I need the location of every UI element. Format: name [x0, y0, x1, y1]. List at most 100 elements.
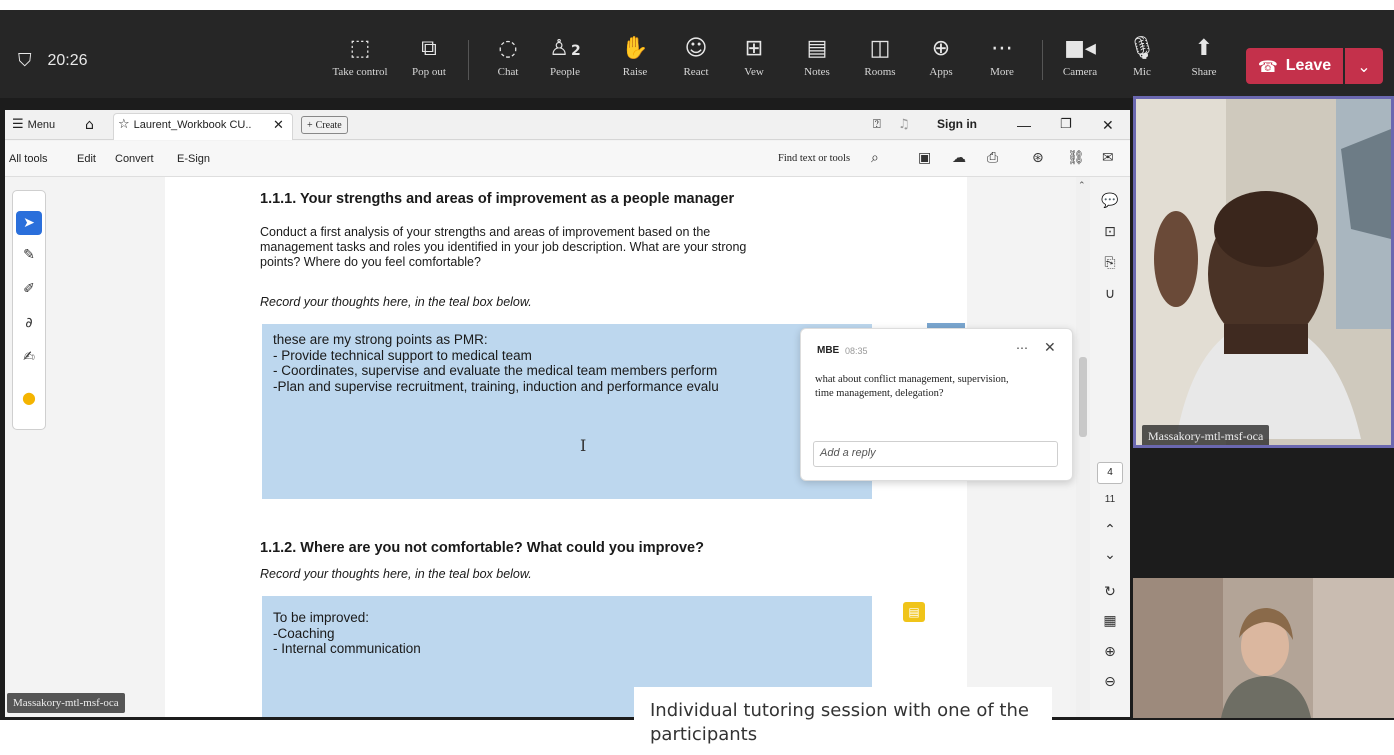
view-button[interactable]: ⊞ Vew	[725, 32, 783, 92]
signature-icon[interactable]: ✍	[16, 345, 42, 369]
scroll-up-icon[interactable]: ⌃	[1078, 181, 1086, 191]
raise-hand-button[interactable]: ✋ Raise	[606, 32, 664, 92]
comment-close-button[interactable]: ✕	[1044, 339, 1056, 356]
notifications-button[interactable]: ♫	[898, 117, 910, 132]
comment-note-icon[interactable]: ▤	[903, 602, 925, 622]
participant-name-tag: Massakory-mtl-msf-oca	[1142, 425, 1270, 445]
previous-page-icon[interactable]: ⌃	[1098, 522, 1122, 544]
link-icon[interactable]: ⛓	[1067, 150, 1085, 166]
minimize-icon: —	[1017, 117, 1031, 133]
save-icon[interactable]: ▣	[918, 150, 931, 166]
shield-icon: ⛉	[18, 50, 32, 71]
chevron-down-icon: ⌄	[1357, 56, 1371, 76]
apps-icon: ⊕	[931, 36, 951, 61]
mic-button[interactable]: 🎙 Mic	[1113, 32, 1171, 92]
pen-icon[interactable]: ✐	[16, 277, 42, 301]
attachments-icon[interactable]: ∪	[1098, 286, 1122, 308]
print-icon[interactable]: ⎙	[987, 150, 998, 166]
vertical-scrollbar[interactable]: ⌃	[1076, 177, 1090, 717]
maximize-button[interactable]: ❐	[1060, 117, 1072, 132]
close-icon: ✕	[1102, 117, 1114, 133]
comment-author: MBE	[817, 345, 840, 356]
mic-icon: 🎙	[1128, 36, 1156, 61]
people-button[interactable]: ♙ 2 People	[536, 32, 594, 92]
apps-button[interactable]: ⊕ Apps	[912, 32, 970, 92]
section-heading-1-1-1: 1.1.1. Your strengths and areas of impro…	[260, 191, 735, 207]
section-heading-1-1-2: 1.1.2. Where are you not comfortable? Wh…	[260, 540, 704, 556]
camera-button[interactable]: ■◂ Camera	[1051, 32, 1109, 92]
leave-options-button[interactable]: ⌄	[1345, 48, 1383, 84]
comments-panel-icon[interactable]: 💬	[1098, 193, 1122, 215]
pages-icon[interactable]: ⎘	[1098, 255, 1122, 277]
people-icon: ♙	[549, 36, 569, 61]
right-tool-rail: 💬 ⊡ ⎘ ∪ 4 11 ⌃ ⌄ ↻ ▦ ⊕ ⊖	[1090, 177, 1130, 717]
more-icon: ⋯	[991, 36, 1013, 61]
next-page-icon[interactable]: ⌄	[1098, 547, 1122, 569]
color-picker-icon[interactable]: ●	[16, 386, 42, 410]
strengths-text-box[interactable]: these are my strong points as PMR: - Pro…	[262, 324, 872, 499]
tool-e-sign[interactable]: E-Sign	[177, 153, 210, 165]
chat-button[interactable]: ◌ Chat	[479, 32, 537, 92]
tool-convert[interactable]: Convert	[115, 153, 154, 165]
select-tool-icon[interactable]: ➤	[16, 211, 42, 235]
view-icon: ⊞	[744, 36, 764, 61]
instructions-paragraph: Conduct a first analysis of your strengt…	[260, 225, 747, 269]
menu-button[interactable]: ☰ Menu	[12, 117, 55, 132]
add-comment-icon[interactable]: ✎	[16, 243, 42, 267]
home-icon: ⌂	[85, 117, 94, 133]
pop-out-icon: ⧉	[421, 36, 437, 61]
rooms-icon: ◫	[869, 36, 891, 61]
scrollbar-thumb[interactable]	[1079, 357, 1087, 437]
current-page-input[interactable]: 4	[1097, 462, 1123, 484]
shared-screen-acrobat: ☰ Menu ⌂ ☆ Laurent_Workbook CU.. ✕ + Cre…	[5, 110, 1130, 717]
star-icon[interactable]: ☆	[118, 117, 130, 132]
zoom-out-icon[interactable]: ⊖	[1098, 674, 1122, 696]
record-instruction: Record your thoughts here, in the teal b…	[260, 567, 532, 581]
lasso-icon[interactable]: ∂	[16, 311, 42, 335]
notes-icon: ▤	[806, 36, 828, 61]
comment-more-button[interactable]: ⋯	[1016, 341, 1028, 355]
shared-by-name-tag: Massakory-mtl-msf-oca	[7, 693, 125, 713]
leave-button[interactable]: ☎ Leave	[1246, 48, 1343, 84]
more-button[interactable]: ⋯ More	[973, 32, 1031, 92]
chat-icon: ◌	[498, 36, 518, 61]
rotate-icon[interactable]: ↻	[1098, 584, 1122, 606]
sign-in-button[interactable]: Sign in	[937, 117, 977, 131]
search-icon[interactable]: ⌕	[871, 150, 879, 166]
find-tools-input[interactable]: Find text or tools	[778, 153, 850, 164]
help-button[interactable]: ⍰	[873, 117, 881, 132]
minimize-button[interactable]: —	[1017, 117, 1031, 133]
screenshot: ⛉ 20:26 ⬚ Take control ⧉ Pop out ◌ Chat …	[0, 0, 1394, 755]
more-icon: ⋯	[1016, 341, 1028, 355]
close-icon: ✕	[1044, 339, 1056, 355]
cloud-upload-icon[interactable]: ☁	[952, 150, 966, 166]
email-icon[interactable]: ✉	[1102, 150, 1114, 166]
zoom-in-icon[interactable]: ⊕	[1098, 644, 1122, 666]
react-button[interactable]: ☺ React	[667, 32, 725, 92]
create-button[interactable]: + Create	[301, 116, 348, 134]
phone-hangup-icon: ☎	[1257, 56, 1278, 76]
bookmarks-icon[interactable]: ⊡	[1098, 224, 1122, 246]
tool-edit[interactable]: Edit	[77, 153, 96, 165]
share-button[interactable]: ⬆ Share	[1175, 32, 1233, 92]
share-icon: ⬆	[1194, 36, 1214, 61]
take-control-icon: ⬚	[349, 36, 371, 61]
home-button[interactable]: ⌂	[85, 117, 94, 133]
react-icon: ☺	[684, 36, 708, 61]
ai-assistant-icon[interactable]: ⊛	[1032, 150, 1044, 166]
close-tab-button[interactable]: ✕	[273, 117, 284, 133]
raise-hand-icon: ✋	[621, 36, 649, 61]
reply-input[interactable]: Add a reply	[813, 441, 1058, 467]
image-caption: Individual tutoring session with one of …	[634, 687, 1052, 755]
comment-time: 08:35	[845, 346, 868, 356]
take-control-button[interactable]: ⬚ Take control	[322, 32, 398, 92]
annotation-tool-rail: ➤ ✎ ✐ ∂ ✍ ●	[12, 190, 46, 430]
restore-icon: ❐	[1060, 117, 1072, 132]
page-view-icon[interactable]: ▦	[1098, 613, 1122, 635]
pop-out-button[interactable]: ⧉ Pop out	[400, 32, 458, 92]
close-window-button[interactable]: ✕	[1102, 117, 1114, 134]
rooms-button[interactable]: ◫ Rooms	[851, 32, 909, 92]
notes-button[interactable]: ▤ Notes	[788, 32, 846, 92]
tool-all-tools[interactable]: All tools	[9, 153, 48, 165]
record-instruction: Record your thoughts here, in the teal b…	[260, 295, 532, 309]
